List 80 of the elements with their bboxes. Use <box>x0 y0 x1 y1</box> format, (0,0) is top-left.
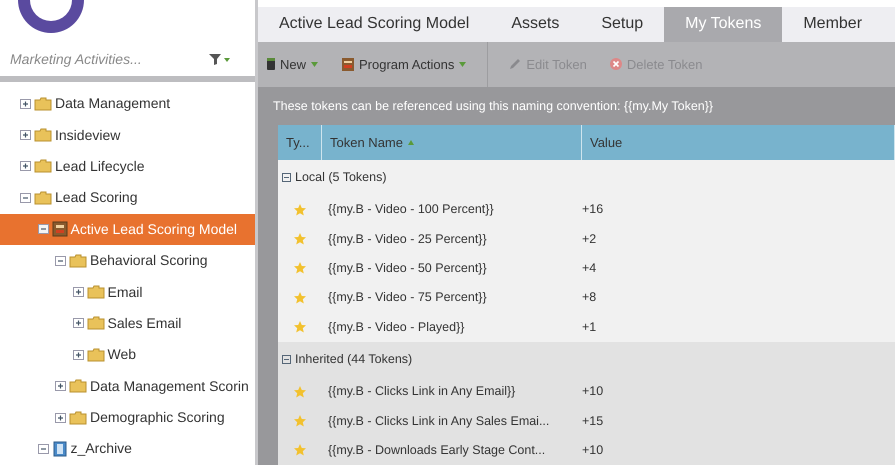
collapse-icon[interactable] <box>38 223 48 236</box>
tree-item[interactable]: Demographic Scoring <box>0 402 255 434</box>
expand-icon[interactable] <box>72 317 84 330</box>
tree-item[interactable]: Data Management <box>0 88 255 120</box>
folder-icon <box>86 348 104 362</box>
token-value: +15 <box>582 412 604 430</box>
token-value: +1 <box>582 318 596 336</box>
expand-icon[interactable] <box>20 98 31 110</box>
folder-icon <box>34 128 52 142</box>
token-name: {{my.B - Video - 25 Percent}} <box>327 230 488 248</box>
folder-icon <box>69 379 87 394</box>
program-button[interactable]: Program Actions <box>339 52 470 76</box>
token-value: +16 <box>582 201 604 218</box>
info-text: These tokens can be referenced using this naming convention: {{my.My Token}} <box>273 98 714 115</box>
star-icon <box>293 320 307 334</box>
archive-icon <box>52 440 68 457</box>
collapse-icon[interactable] <box>282 172 291 182</box>
folder-icon <box>69 410 87 425</box>
filter-icon[interactable] <box>208 52 232 66</box>
new-button[interactable]: New <box>264 52 322 76</box>
tree-item[interactable]: z_Archive <box>0 433 255 465</box>
star-icon <box>293 290 307 305</box>
expand-icon[interactable] <box>72 348 84 361</box>
program-icon <box>52 221 68 238</box>
tree-item[interactable]: Sales Email <box>0 308 255 340</box>
folder-icon <box>86 285 104 300</box>
tab[interactable]: Member <box>782 7 884 42</box>
star-icon <box>293 443 307 458</box>
search-field[interactable]: Marketing Activities... <box>8 48 208 70</box>
can-icon <box>266 57 276 72</box>
expand-icon[interactable] <box>20 160 31 172</box>
tab[interactable]: Active Lead Scoring Model <box>258 7 490 42</box>
tab[interactable]: Assets <box>490 7 580 42</box>
collapse-icon[interactable] <box>282 354 291 364</box>
folder-icon <box>69 254 87 268</box>
expand-icon[interactable] <box>72 286 84 298</box>
folder-icon <box>86 316 104 330</box>
token-name: {{my.B - Video - 75 Percent}} <box>327 289 488 306</box>
token-name: {{my.B - Clicks Link in Any Sales Emai... <box>327 412 550 430</box>
expand-icon[interactable] <box>55 412 66 424</box>
token-value: +4 <box>582 260 596 277</box>
sort-icon <box>406 138 415 146</box>
program-icon <box>341 56 356 72</box>
expand-icon[interactable] <box>55 380 66 392</box>
group-label[interactable]: Local (5 Tokens) <box>295 168 386 187</box>
collapse-icon[interactable] <box>55 254 66 267</box>
expand-icon[interactable] <box>20 129 31 142</box>
star-icon <box>293 414 307 428</box>
tab[interactable]: Setup <box>580 7 664 42</box>
token-name: {{my.B - Video - Played}} <box>327 318 466 336</box>
pencil-icon <box>508 57 522 72</box>
star-icon <box>293 384 307 399</box>
token-value: +10 <box>582 383 604 400</box>
token-name: {{my.B - Downloads Early Stage Cont... <box>327 442 546 459</box>
star-icon <box>293 261 307 276</box>
collapse-icon[interactable] <box>38 442 48 455</box>
delete-icon <box>608 57 623 72</box>
group-label[interactable]: Inherited (44 Tokens) <box>295 350 412 369</box>
tree-item[interactable]: Insideview <box>0 119 255 151</box>
column-header[interactable]: Value <box>582 124 895 160</box>
star-icon <box>293 232 307 246</box>
tree-item[interactable]: Web <box>0 339 255 371</box>
column-header[interactable]: Ty... <box>278 124 322 160</box>
tree-item[interactable]: Lead Lifecycle <box>0 150 255 182</box>
token-name: {{my.B - Video - 100 Percent}} <box>327 201 495 218</box>
tree-item[interactable]: Data Management Scorin <box>0 370 255 402</box>
column-header[interactable]: Token Name <box>322 124 582 160</box>
tree-item[interactable]: Behavioral Scoring <box>0 244 255 276</box>
folder-icon <box>34 96 52 111</box>
collapse-icon[interactable] <box>20 192 31 204</box>
token-value: +8 <box>582 289 596 306</box>
folder-icon <box>34 190 52 205</box>
tree-item[interactable]: Lead Scoring <box>0 182 255 214</box>
token-value: +2 <box>582 230 596 248</box>
token-name: {{my.B - Video - 50 Percent}} <box>327 260 488 277</box>
star-icon <box>293 202 307 217</box>
tree-item[interactable]: Email <box>0 276 255 308</box>
token-value: +10 <box>582 442 604 459</box>
folder-icon <box>34 159 52 174</box>
token-name: {{my.B - Clicks Link in Any Email}} <box>327 383 516 400</box>
